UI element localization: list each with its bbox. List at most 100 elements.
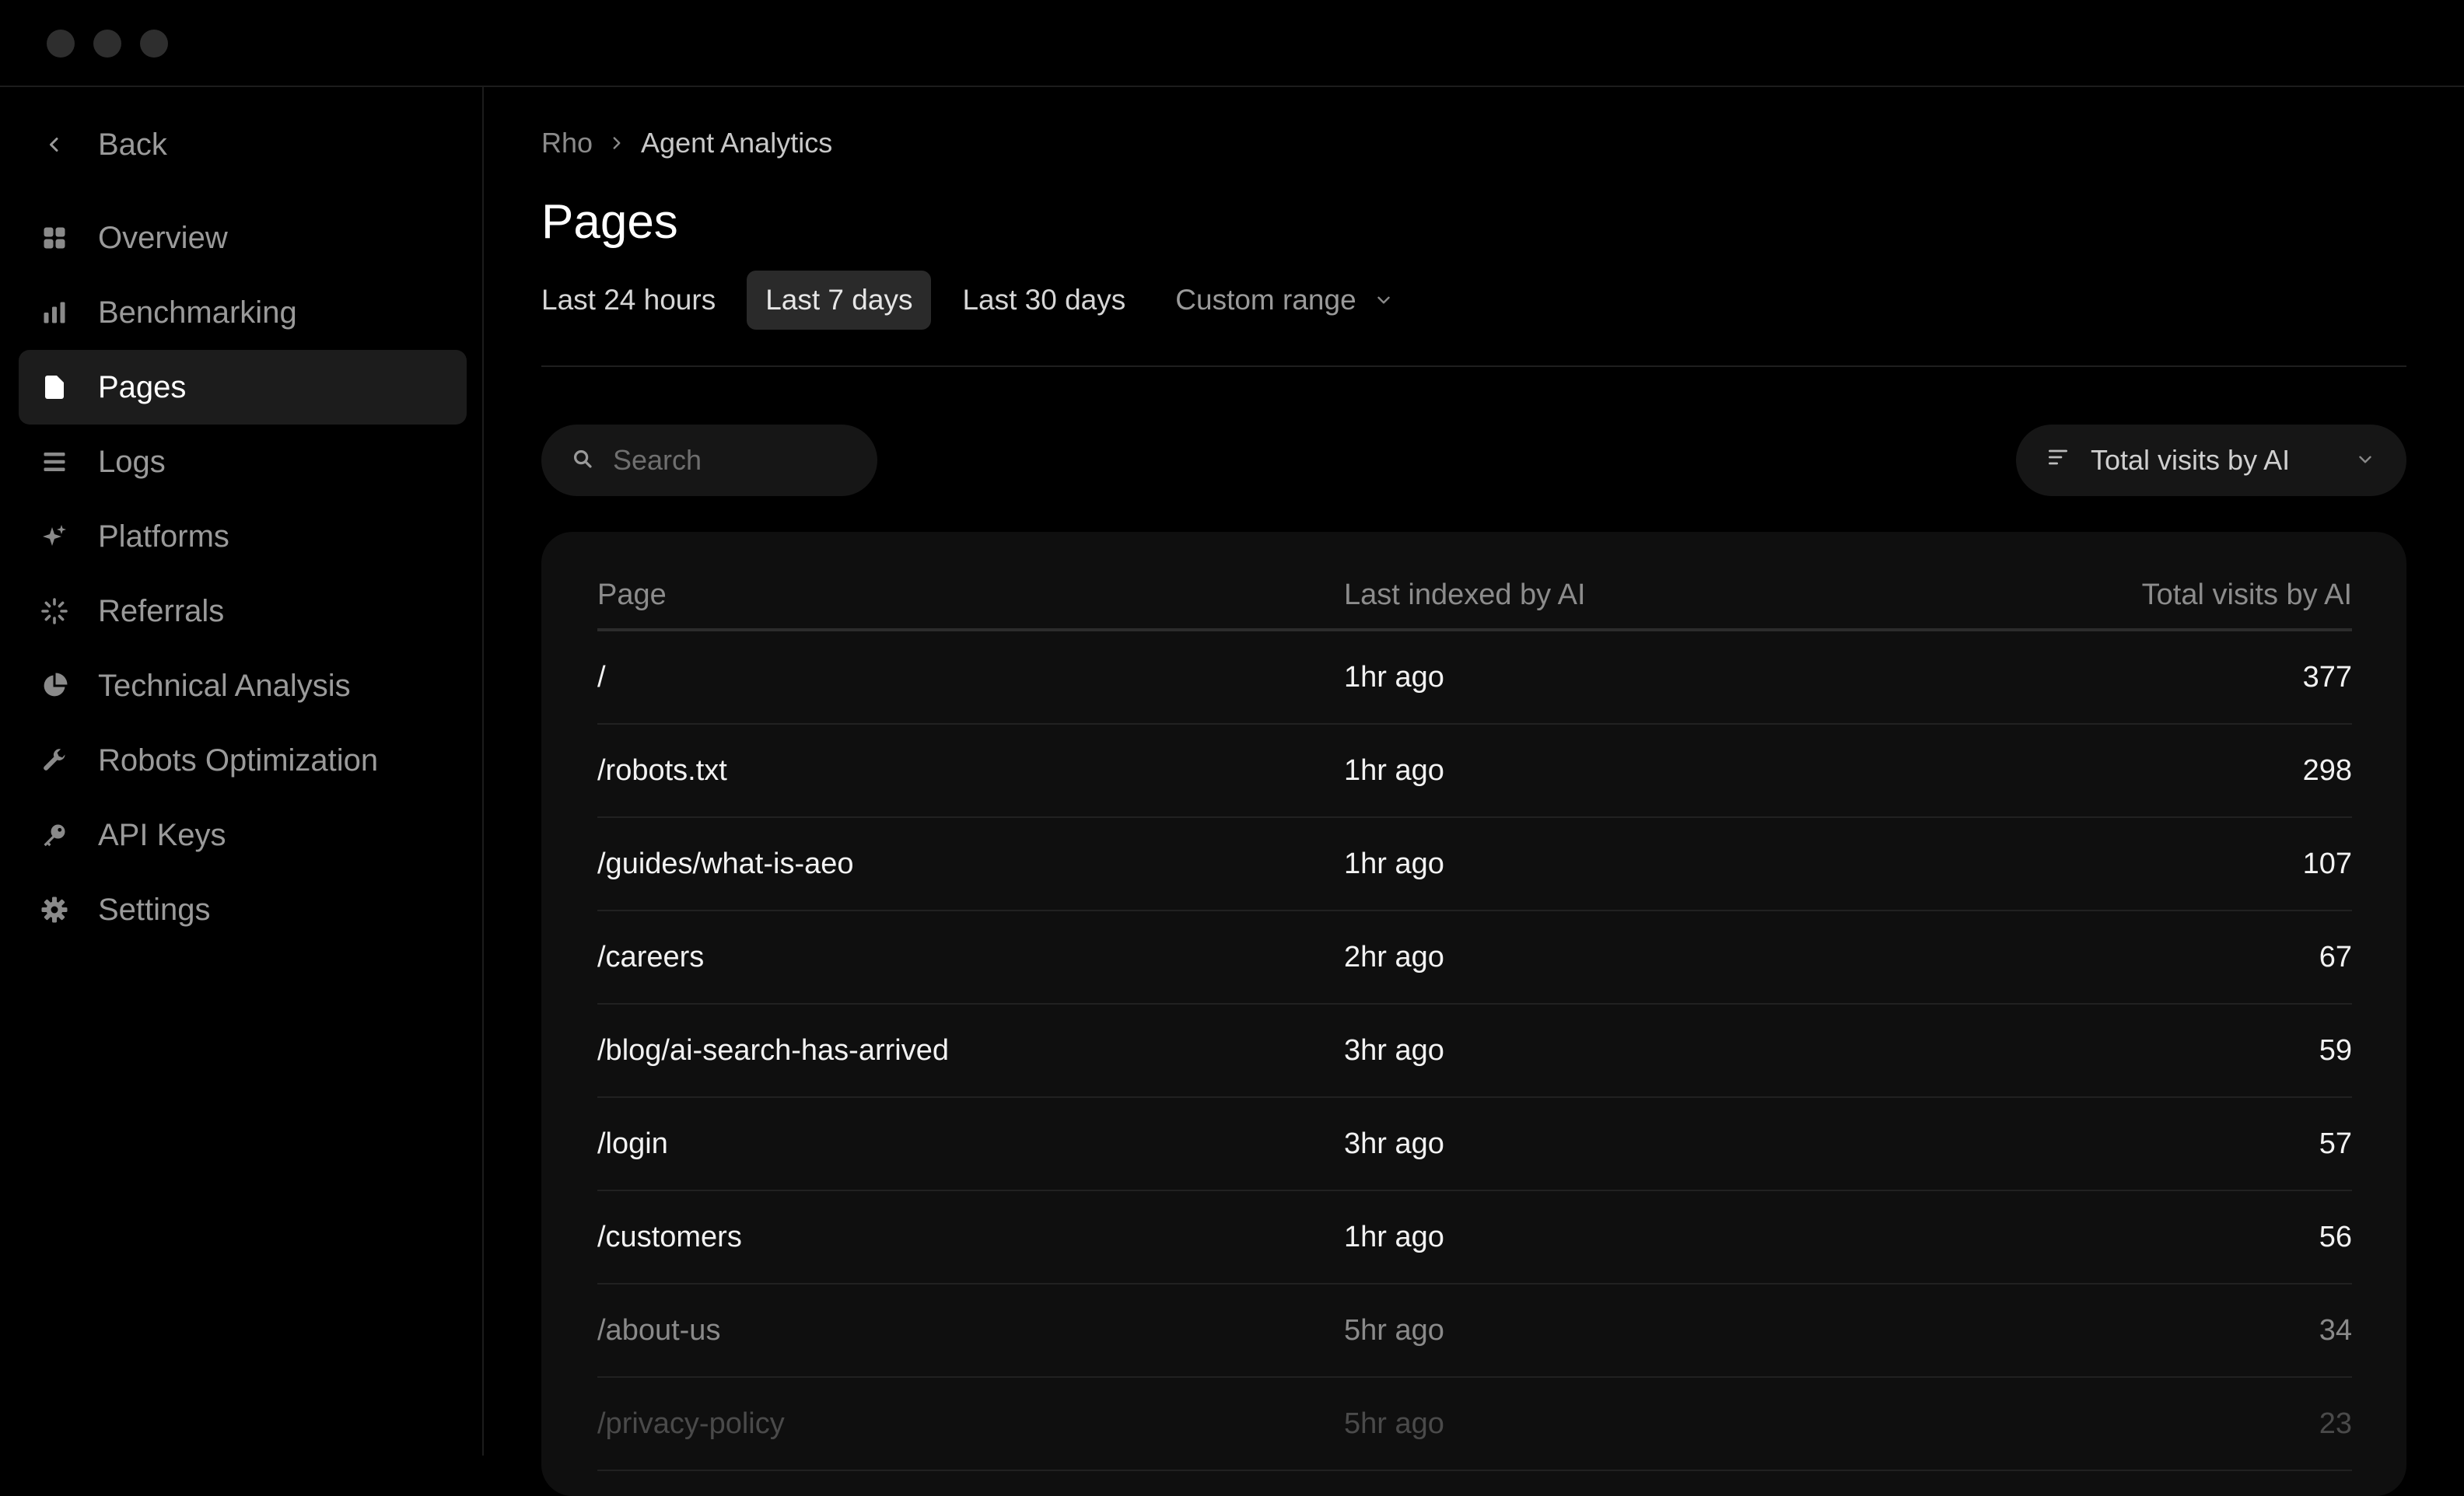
cell-page: /careers — [597, 940, 705, 973]
window-zoom-button[interactable] — [140, 30, 168, 58]
sidebar-item-logs[interactable]: Logs — [19, 425, 467, 499]
sparkles-icon — [36, 523, 73, 551]
cell-page: /blog/ai-search-has-arrived — [597, 1033, 949, 1067]
divider — [541, 365, 2406, 367]
breadcrumb-current: Agent Analytics — [641, 127, 833, 159]
sidebar-item-pages[interactable]: Pages — [19, 350, 467, 425]
chevron-down-icon — [2355, 444, 2375, 477]
cell-last-indexed: 1hr ago — [1344, 1220, 1444, 1253]
sidebar-item-settings[interactable]: Settings — [19, 872, 467, 947]
cell-visits: 59 — [2319, 1033, 2352, 1067]
custom-range-label: Custom range — [1175, 284, 1356, 316]
table-row[interactable]: /login 3hr ago 57 — [597, 1098, 2352, 1191]
key-icon — [36, 821, 73, 849]
column-header-page[interactable]: Page — [597, 578, 1344, 612]
tab-last-30-days[interactable]: Last 30 days — [931, 271, 1144, 330]
sidebar-item-referrals[interactable]: Referrals — [19, 574, 467, 648]
breadcrumb: Rho Agent Analytics — [541, 121, 832, 165]
table-row[interactable]: /customers 1hr ago 56 — [597, 1191, 2352, 1285]
cell-visits: 377 — [2302, 660, 2352, 694]
back-label: Back — [98, 127, 167, 162]
cell-last-indexed: 3hr ago — [1344, 1127, 1444, 1160]
sidebar-item-label: Platforms — [98, 519, 229, 554]
table-row[interactable]: /robots.txt 1hr ago 298 — [597, 725, 2352, 818]
cell-page: / — [597, 660, 606, 694]
column-header-total-visits[interactable]: Total visits by AI — [1966, 578, 2352, 612]
breadcrumb-root[interactable]: Rho — [541, 127, 593, 159]
cell-visits: 23 — [2319, 1407, 2352, 1440]
cell-last-indexed: 2hr ago — [1344, 940, 1444, 973]
sidebar-item-label: Settings — [98, 892, 211, 927]
list-icon — [36, 448, 73, 476]
sidebar-item-benchmarking[interactable]: Benchmarking — [19, 275, 467, 350]
sidebar: Back Overview Benchmarking Pages Logs Pl… — [0, 87, 484, 1456]
search-input[interactable] — [611, 443, 848, 477]
sidebar-item-api-keys[interactable]: API Keys — [19, 798, 467, 872]
table-row[interactable]: / 1hr ago 377 — [597, 631, 2352, 725]
cell-page: /about-us — [597, 1313, 721, 1347]
sort-dropdown[interactable]: Total visits by AI — [2016, 425, 2406, 496]
cell-last-indexed: 5hr ago — [1344, 1313, 1444, 1347]
pages-table: Page Last indexed by AI Total visits by … — [541, 532, 2406, 1496]
bar-chart-icon — [36, 299, 73, 327]
window-minimize-button[interactable] — [93, 30, 121, 58]
window-close-button[interactable] — [47, 30, 75, 58]
sidebar-item-label: Technical Analysis — [98, 668, 351, 703]
cell-last-indexed: 5hr ago — [1344, 1407, 1444, 1440]
sidebar-item-label: Referrals — [98, 593, 225, 628]
title-bar — [0, 0, 2464, 87]
cell-page: /customers — [597, 1220, 742, 1253]
chevron-left-icon — [36, 131, 73, 159]
column-header-last-indexed[interactable]: Last indexed by AI — [1344, 578, 1966, 612]
date-range-tabs: Last 24 hours Last 7 days Last 30 days C… — [541, 271, 1412, 330]
table-row[interactable]: /blog/ai-search-has-arrived 3hr ago 59 — [597, 1005, 2352, 1098]
table-body: / 1hr ago 377 /robots.txt 1hr ago 298 /g… — [597, 631, 2352, 1471]
table-row[interactable]: /privacy-policy 5hr ago 23 — [597, 1378, 2352, 1471]
sidebar-item-technical-analysis[interactable]: Technical Analysis — [19, 648, 467, 723]
pie-chart-icon — [36, 672, 73, 700]
loader-icon — [36, 597, 73, 625]
sidebar-item-robots-optimization[interactable]: Robots Optimization — [19, 723, 467, 798]
cell-visits: 107 — [2302, 847, 2352, 880]
wrench-icon — [36, 746, 73, 774]
sidebar-item-platforms[interactable]: Platforms — [19, 499, 467, 574]
grid-icon — [36, 224, 73, 252]
chevron-right-icon — [607, 133, 627, 153]
table-row[interactable]: /careers 2hr ago 67 — [597, 911, 2352, 1005]
cell-page: /robots.txt — [597, 753, 727, 787]
document-icon — [36, 373, 73, 401]
cell-visits: 56 — [2319, 1220, 2352, 1253]
cell-last-indexed: 1hr ago — [1344, 753, 1444, 787]
cell-page: /privacy-policy — [597, 1407, 785, 1440]
sidebar-item-label: Overview — [98, 220, 228, 255]
chevron-down-icon — [1377, 296, 1390, 304]
cell-visits: 57 — [2319, 1127, 2352, 1160]
sidebar-item-label: API Keys — [98, 817, 226, 852]
sort-icon — [2046, 444, 2070, 477]
sidebar-item-label: Robots Optimization — [98, 743, 379, 778]
cell-last-indexed: 3hr ago — [1344, 1033, 1444, 1067]
sidebar-item-label: Pages — [98, 369, 187, 404]
sort-label: Total visits by AI — [2091, 444, 2291, 476]
cell-visits: 67 — [2319, 940, 2352, 973]
cell-visits: 298 — [2302, 753, 2352, 787]
gear-icon — [36, 896, 73, 924]
table-row[interactable]: /guides/what-is-aeo 1hr ago 107 — [597, 818, 2352, 911]
search-icon — [571, 447, 594, 474]
tab-last-24-hours[interactable]: Last 24 hours — [541, 271, 734, 330]
table-header: Page Last indexed by AI Total visits by … — [597, 561, 2352, 631]
search-box[interactable] — [541, 425, 877, 496]
table-row[interactable]: /about-us 5hr ago 34 — [597, 1285, 2352, 1378]
cell-last-indexed: 1hr ago — [1344, 660, 1444, 694]
cell-page: /login — [597, 1127, 668, 1160]
sidebar-item-label: Logs — [98, 444, 166, 479]
main-content: Rho Agent Analytics Pages Last 24 hours … — [484, 87, 2464, 1496]
tab-last-7-days[interactable]: Last 7 days — [747, 271, 932, 330]
cell-visits: 34 — [2319, 1313, 2352, 1347]
back-button[interactable]: Back — [19, 107, 467, 182]
custom-range-dropdown[interactable]: Custom range — [1144, 271, 1412, 330]
sidebar-item-overview[interactable]: Overview — [19, 201, 467, 275]
cell-page: /guides/what-is-aeo — [597, 847, 854, 880]
cell-last-indexed: 1hr ago — [1344, 847, 1444, 880]
page-title: Pages — [541, 195, 678, 249]
